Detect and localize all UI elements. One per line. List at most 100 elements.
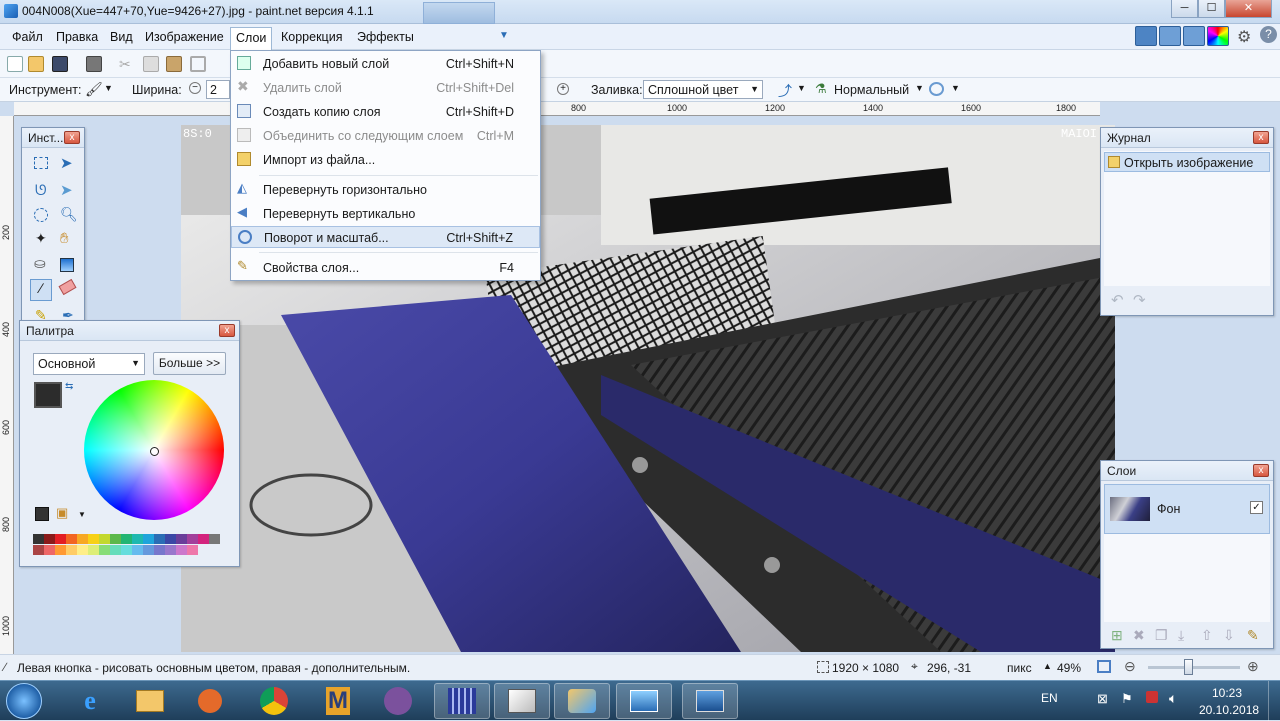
palette-color[interactable] bbox=[176, 534, 187, 544]
history-panel-header[interactable]: Журнал x bbox=[1101, 128, 1273, 148]
palette-mode-select[interactable]: Основной ▼ bbox=[33, 353, 145, 375]
copy-icon[interactable] bbox=[143, 56, 159, 72]
menu-edit[interactable]: Правка bbox=[51, 29, 103, 47]
start-button[interactable] bbox=[6, 683, 42, 719]
internet-explorer-icon[interactable]: e bbox=[62, 683, 118, 719]
image-list-dropdown-icon[interactable]: ▼ bbox=[499, 30, 509, 41]
paint-icon[interactable] bbox=[494, 683, 550, 719]
delete-layer-button-icon[interactable]: ✖ bbox=[1133, 627, 1145, 644]
tools-window-icon[interactable] bbox=[1135, 26, 1157, 46]
menu-rotate-zoom[interactable]: Поворот и масштаб... Ctrl+Shift+Z bbox=[231, 226, 540, 248]
clock-time[interactable]: 10:23 bbox=[1212, 686, 1242, 700]
tray-flag-icon[interactable]: ⚑ bbox=[1121, 691, 1133, 707]
gradient-icon[interactable] bbox=[60, 258, 74, 272]
open-icon[interactable] bbox=[28, 56, 44, 72]
paint-bucket-icon[interactable]: ⛀ bbox=[34, 255, 46, 272]
minimize-button[interactable]: ─ bbox=[1171, 0, 1198, 18]
menu-duplicate-layer[interactable]: Создать копию слоя Ctrl+Shift+D bbox=[231, 101, 540, 123]
layer-row[interactable]: Фон ✓ bbox=[1104, 484, 1270, 534]
layer-properties-button-icon[interactable]: ✎ bbox=[1247, 627, 1259, 644]
maximize-button[interactable]: ☐ bbox=[1198, 0, 1225, 18]
tools-panel-header[interactable]: Инст... x bbox=[22, 128, 84, 148]
palette-color[interactable] bbox=[165, 545, 176, 555]
palette-color[interactable] bbox=[55, 545, 66, 555]
palette-color[interactable] bbox=[132, 545, 143, 555]
menu-effects[interactable]: Эффекты bbox=[352, 29, 419, 47]
tools-panel-close-icon[interactable]: x bbox=[64, 131, 80, 144]
zoom-in-icon[interactable]: ⊕ bbox=[1247, 658, 1259, 675]
palette-menu-arrow-icon[interactable]: ▼ bbox=[78, 510, 86, 519]
antialias-dropdown-icon[interactable]: ▼ bbox=[797, 83, 806, 93]
menu-flip-horizontal[interactable]: ◭ Перевернуть горизонтально bbox=[231, 179, 540, 201]
menu-image[interactable]: Изображение bbox=[140, 29, 229, 47]
remote-desktop-icon[interactable] bbox=[682, 683, 738, 719]
palette-color[interactable] bbox=[143, 534, 154, 544]
palette-color[interactable] bbox=[176, 545, 187, 555]
ellipse-select-icon[interactable] bbox=[34, 208, 48, 222]
add-layer-button-icon[interactable]: ⊞ bbox=[1111, 627, 1123, 644]
help-icon[interactable]: ? bbox=[1260, 26, 1277, 43]
palette-panel-close-icon[interactable]: x bbox=[219, 324, 235, 337]
more-button[interactable]: Больше >> bbox=[153, 352, 226, 375]
palette-menu-icon[interactable]: ▣ bbox=[56, 505, 68, 521]
paste-icon[interactable] bbox=[166, 56, 182, 72]
palette-color[interactable] bbox=[33, 545, 44, 555]
history-panel-close-icon[interactable]: x bbox=[1253, 131, 1269, 144]
settings-gear-icon[interactable]: ⚙ bbox=[1237, 27, 1251, 47]
save-icon[interactable] bbox=[52, 56, 68, 72]
tray-app-icon[interactable] bbox=[1146, 691, 1158, 703]
file-explorer-icon[interactable] bbox=[122, 683, 178, 719]
viber-icon[interactable] bbox=[370, 683, 426, 719]
layer-visibility-checkbox[interactable]: ✓ bbox=[1250, 501, 1263, 514]
clock-date[interactable]: 20.10.2018 bbox=[1199, 703, 1259, 717]
eraser-icon[interactable] bbox=[58, 278, 77, 296]
swap-colors-icon[interactable]: ⇆ bbox=[65, 381, 73, 392]
blend-dropdown-icon[interactable]: ▼ bbox=[915, 83, 924, 93]
units-dropdown-icon[interactable]: ▲ bbox=[1043, 661, 1052, 671]
menu-file[interactable]: Файл bbox=[7, 29, 48, 47]
rectangle-select-icon[interactable] bbox=[34, 157, 48, 169]
palette-color[interactable] bbox=[99, 534, 110, 544]
colors-window-icon[interactable] bbox=[1207, 26, 1229, 46]
menu-merge-layer-down[interactable]: Объединить со следующим слоем Ctrl+M bbox=[231, 125, 540, 147]
brush-tool-icon[interactable]: 🖌︎ bbox=[85, 81, 103, 98]
selection-dropdown-icon[interactable]: ▼ bbox=[951, 83, 960, 93]
menu-layers[interactable]: Слои bbox=[230, 27, 273, 50]
palette-color[interactable] bbox=[88, 534, 99, 544]
zoom-slider-track[interactable] bbox=[1148, 666, 1240, 669]
palette-color[interactable] bbox=[143, 545, 154, 555]
zoom-value[interactable]: 49% bbox=[1057, 661, 1081, 675]
palette-color[interactable] bbox=[187, 534, 198, 544]
palette-color[interactable] bbox=[209, 534, 220, 544]
palette-color[interactable] bbox=[77, 534, 88, 544]
volume-icon[interactable]: 🔈︎ bbox=[1169, 690, 1177, 707]
palette-color[interactable] bbox=[132, 534, 143, 544]
zoom-out-icon[interactable]: ⊖ bbox=[1124, 658, 1136, 675]
palette-color[interactable] bbox=[77, 545, 88, 555]
color-wheel-selector[interactable] bbox=[150, 447, 159, 456]
menu-flip-vertical[interactable]: ◀ Перевернуть вертикально bbox=[231, 203, 540, 225]
palette-color[interactable] bbox=[33, 534, 44, 544]
crop-icon[interactable] bbox=[190, 56, 206, 72]
pan-icon[interactable]: ✋︎ bbox=[60, 230, 69, 247]
palette-color[interactable] bbox=[44, 545, 55, 555]
print-icon[interactable] bbox=[86, 56, 102, 72]
tool-dropdown-arrow-icon[interactable]: ▼ bbox=[104, 83, 113, 93]
new-image-icon[interactable] bbox=[7, 56, 23, 72]
history-window-icon[interactable] bbox=[1159, 26, 1181, 46]
move-layer-down-icon[interactable]: ⇩ bbox=[1223, 627, 1235, 644]
width-increase-icon[interactable]: + bbox=[557, 83, 569, 95]
zoom-icon[interactable]: 🔍︎ bbox=[60, 206, 78, 223]
lasso-select-icon[interactable]: ᘎ bbox=[35, 182, 47, 199]
palette-color[interactable] bbox=[198, 534, 209, 544]
blend-mode-value[interactable]: Нормальный bbox=[834, 83, 909, 97]
palette-color[interactable] bbox=[66, 545, 77, 555]
layers-window-icon[interactable] bbox=[1183, 26, 1205, 46]
width-input[interactable]: 2 bbox=[206, 80, 230, 99]
palette-color[interactable] bbox=[154, 534, 165, 544]
show-desktop-button[interactable] bbox=[1268, 681, 1280, 721]
image-thumbnail-tab[interactable] bbox=[423, 2, 495, 24]
cut-icon[interactable]: ✂ bbox=[119, 56, 135, 72]
layers-panel-close-icon[interactable]: x bbox=[1253, 464, 1269, 477]
duplicate-layer-button-icon[interactable]: ❐ bbox=[1155, 627, 1168, 644]
